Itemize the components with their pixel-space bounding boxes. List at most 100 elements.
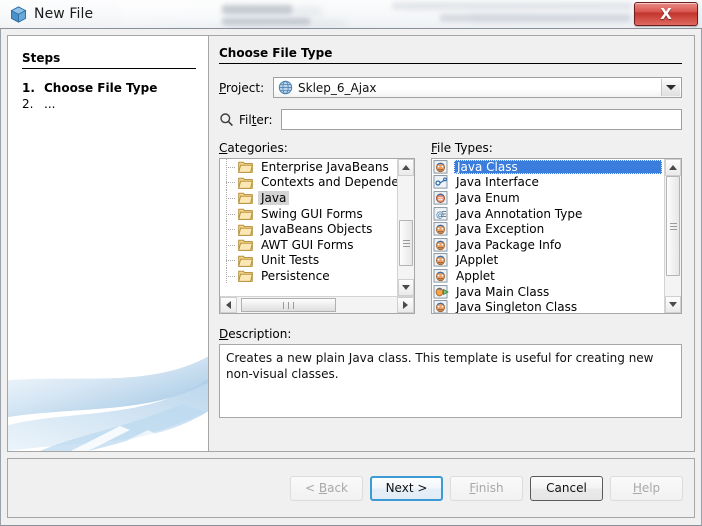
new-file-dialog: New File X [0, 0, 702, 518]
file-type-item[interactable]: Java Exception [432, 221, 664, 237]
file-type-item[interactable]: @Java Annotation Type [432, 206, 664, 222]
folder-icon [238, 223, 253, 236]
filter-row: Filter: [219, 109, 682, 130]
next-button[interactable]: Next > [370, 476, 443, 501]
content-area: Steps 1. Choose File Type 2. ... Choose … [7, 35, 695, 452]
category-item[interactable]: Java [220, 190, 397, 206]
category-item-label: AWT GUI Forms [258, 238, 356, 252]
category-item[interactable]: Unit Tests [220, 253, 397, 269]
java-class-icon [433, 253, 449, 267]
categories-vscrollbar[interactable] [397, 159, 414, 296]
scroll-thumb[interactable] [666, 176, 680, 276]
steps-panel: Steps 1. Choose File Type 2. ... [8, 36, 209, 451]
file-type-item-label: Java Exception [454, 222, 546, 236]
categories-hscrollbar[interactable] [220, 296, 414, 313]
scroll-up-button[interactable] [665, 159, 681, 176]
search-icon [219, 112, 235, 128]
step-label: ... [44, 97, 55, 112]
file-types-vscrollbar[interactable] [664, 159, 681, 313]
scroll-up-button[interactable] [398, 159, 414, 176]
category-item[interactable]: AWT GUI Forms [220, 237, 397, 253]
tree-guide-line [222, 159, 238, 175]
project-label: Project: [219, 81, 273, 95]
tree-guide-line [222, 190, 238, 206]
java-class-icon [433, 300, 449, 313]
category-item-label: Unit Tests [258, 253, 322, 267]
file-type-item-label: Java Enum [454, 191, 522, 205]
file-type-item[interactable]: Java Singleton Class [432, 299, 664, 313]
category-item[interactable]: JavaBeans Objects [220, 221, 397, 237]
category-item-label: Enterprise JavaBeans [258, 160, 392, 174]
back-button-label: < Back [305, 481, 348, 495]
category-item[interactable]: Enterprise JavaBeans [220, 159, 397, 175]
java-interface-icon [433, 175, 449, 189]
tree-guide-line [222, 237, 238, 253]
filter-input[interactable] [281, 109, 682, 130]
file-types-listbox[interactable]: Java ClassJava InterfaceJava Enum@Java A… [431, 158, 682, 314]
file-type-item-label: Applet [454, 269, 497, 283]
file-type-item-label: Java Class [454, 160, 662, 174]
filter-label: Filter: [239, 113, 273, 127]
file-type-item[interactable]: Java Interface [432, 175, 664, 191]
window-title: New File [34, 6, 93, 22]
scroll-track-horizontal[interactable] [237, 297, 397, 313]
triangle-right-icon [403, 301, 408, 309]
category-item[interactable]: Swing GUI Forms [220, 206, 397, 222]
file-type-item[interactable]: Java Main Class [432, 284, 664, 300]
scroll-track[interactable] [665, 176, 681, 296]
scroll-thumb[interactable] [399, 220, 413, 266]
file-type-item[interactable]: JApplet [432, 253, 664, 269]
project-dropdown-arrow[interactable] [661, 79, 680, 96]
categories-items[interactable]: Enterprise JavaBeansContexts and Depende… [220, 159, 397, 296]
folder-icon [238, 160, 253, 173]
step-number: 1. [22, 81, 44, 96]
file-type-item[interactable]: Applet [432, 268, 664, 284]
categories-listbox[interactable]: Enterprise JavaBeansContexts and Depende… [219, 158, 415, 314]
file-type-item[interactable]: Java Enum [432, 190, 664, 206]
lists-row: Categories: Enterprise JavaBeansContexts… [219, 141, 682, 314]
triangle-up-icon [669, 165, 677, 170]
file-types-column: File Types: Java ClassJava InterfaceJava… [431, 141, 682, 314]
project-value: Sklep_6_Ajax [298, 81, 377, 95]
scroll-left-button[interactable] [220, 297, 237, 313]
triangle-down-icon [669, 302, 677, 307]
main-panel: Choose File Type Project: [209, 36, 694, 451]
file-type-item-label: JApplet [454, 253, 500, 267]
java-class-icon [433, 222, 449, 236]
folder-icon [238, 254, 253, 267]
category-item[interactable]: Contexts and Depende [220, 175, 397, 191]
grip-icon [670, 221, 677, 232]
step-item-2: 2. ... [22, 97, 196, 112]
triangle-down-icon [402, 285, 410, 290]
step-number: 2. [22, 97, 44, 112]
tree-guide-line [222, 221, 238, 237]
java-annotation-icon: @ [433, 207, 449, 221]
page-title: Choose File Type [219, 46, 682, 64]
scroll-down-button[interactable] [665, 296, 681, 313]
file-type-item[interactable]: Java Package Info [432, 237, 664, 253]
java-class-icon [433, 269, 449, 283]
cancel-button[interactable]: Cancel [530, 476, 603, 501]
tree-guide-line [222, 253, 238, 269]
scroll-thumb-horizontal[interactable] [241, 298, 336, 312]
scroll-right-button[interactable] [397, 297, 414, 313]
file-type-item-label: Java Package Info [454, 238, 563, 252]
description-label: Description: [219, 327, 682, 341]
step-label: Choose File Type [44, 81, 157, 96]
close-button[interactable]: X [634, 2, 698, 26]
help-button-label: Help [633, 481, 660, 495]
file-types-items[interactable]: Java ClassJava InterfaceJava Enum@Java A… [432, 159, 664, 313]
folder-icon [238, 207, 253, 220]
steps-heading: Steps [22, 51, 196, 69]
file-types-label: File Types: [431, 141, 682, 155]
description-section: Description: Creates a new plain Java cl… [219, 327, 682, 418]
scroll-down-button[interactable] [398, 279, 414, 296]
cube-icon [10, 6, 27, 23]
scroll-track[interactable] [398, 176, 414, 279]
file-type-item[interactable]: Java Class [432, 159, 664, 175]
categories-label: Categories: [219, 141, 415, 155]
finish-button-label: Finish [469, 481, 503, 495]
categories-column: Categories: Enterprise JavaBeansContexts… [219, 141, 415, 314]
category-item[interactable]: Persistence [220, 268, 397, 284]
project-combobox[interactable]: Sklep_6_Ajax [273, 77, 682, 98]
